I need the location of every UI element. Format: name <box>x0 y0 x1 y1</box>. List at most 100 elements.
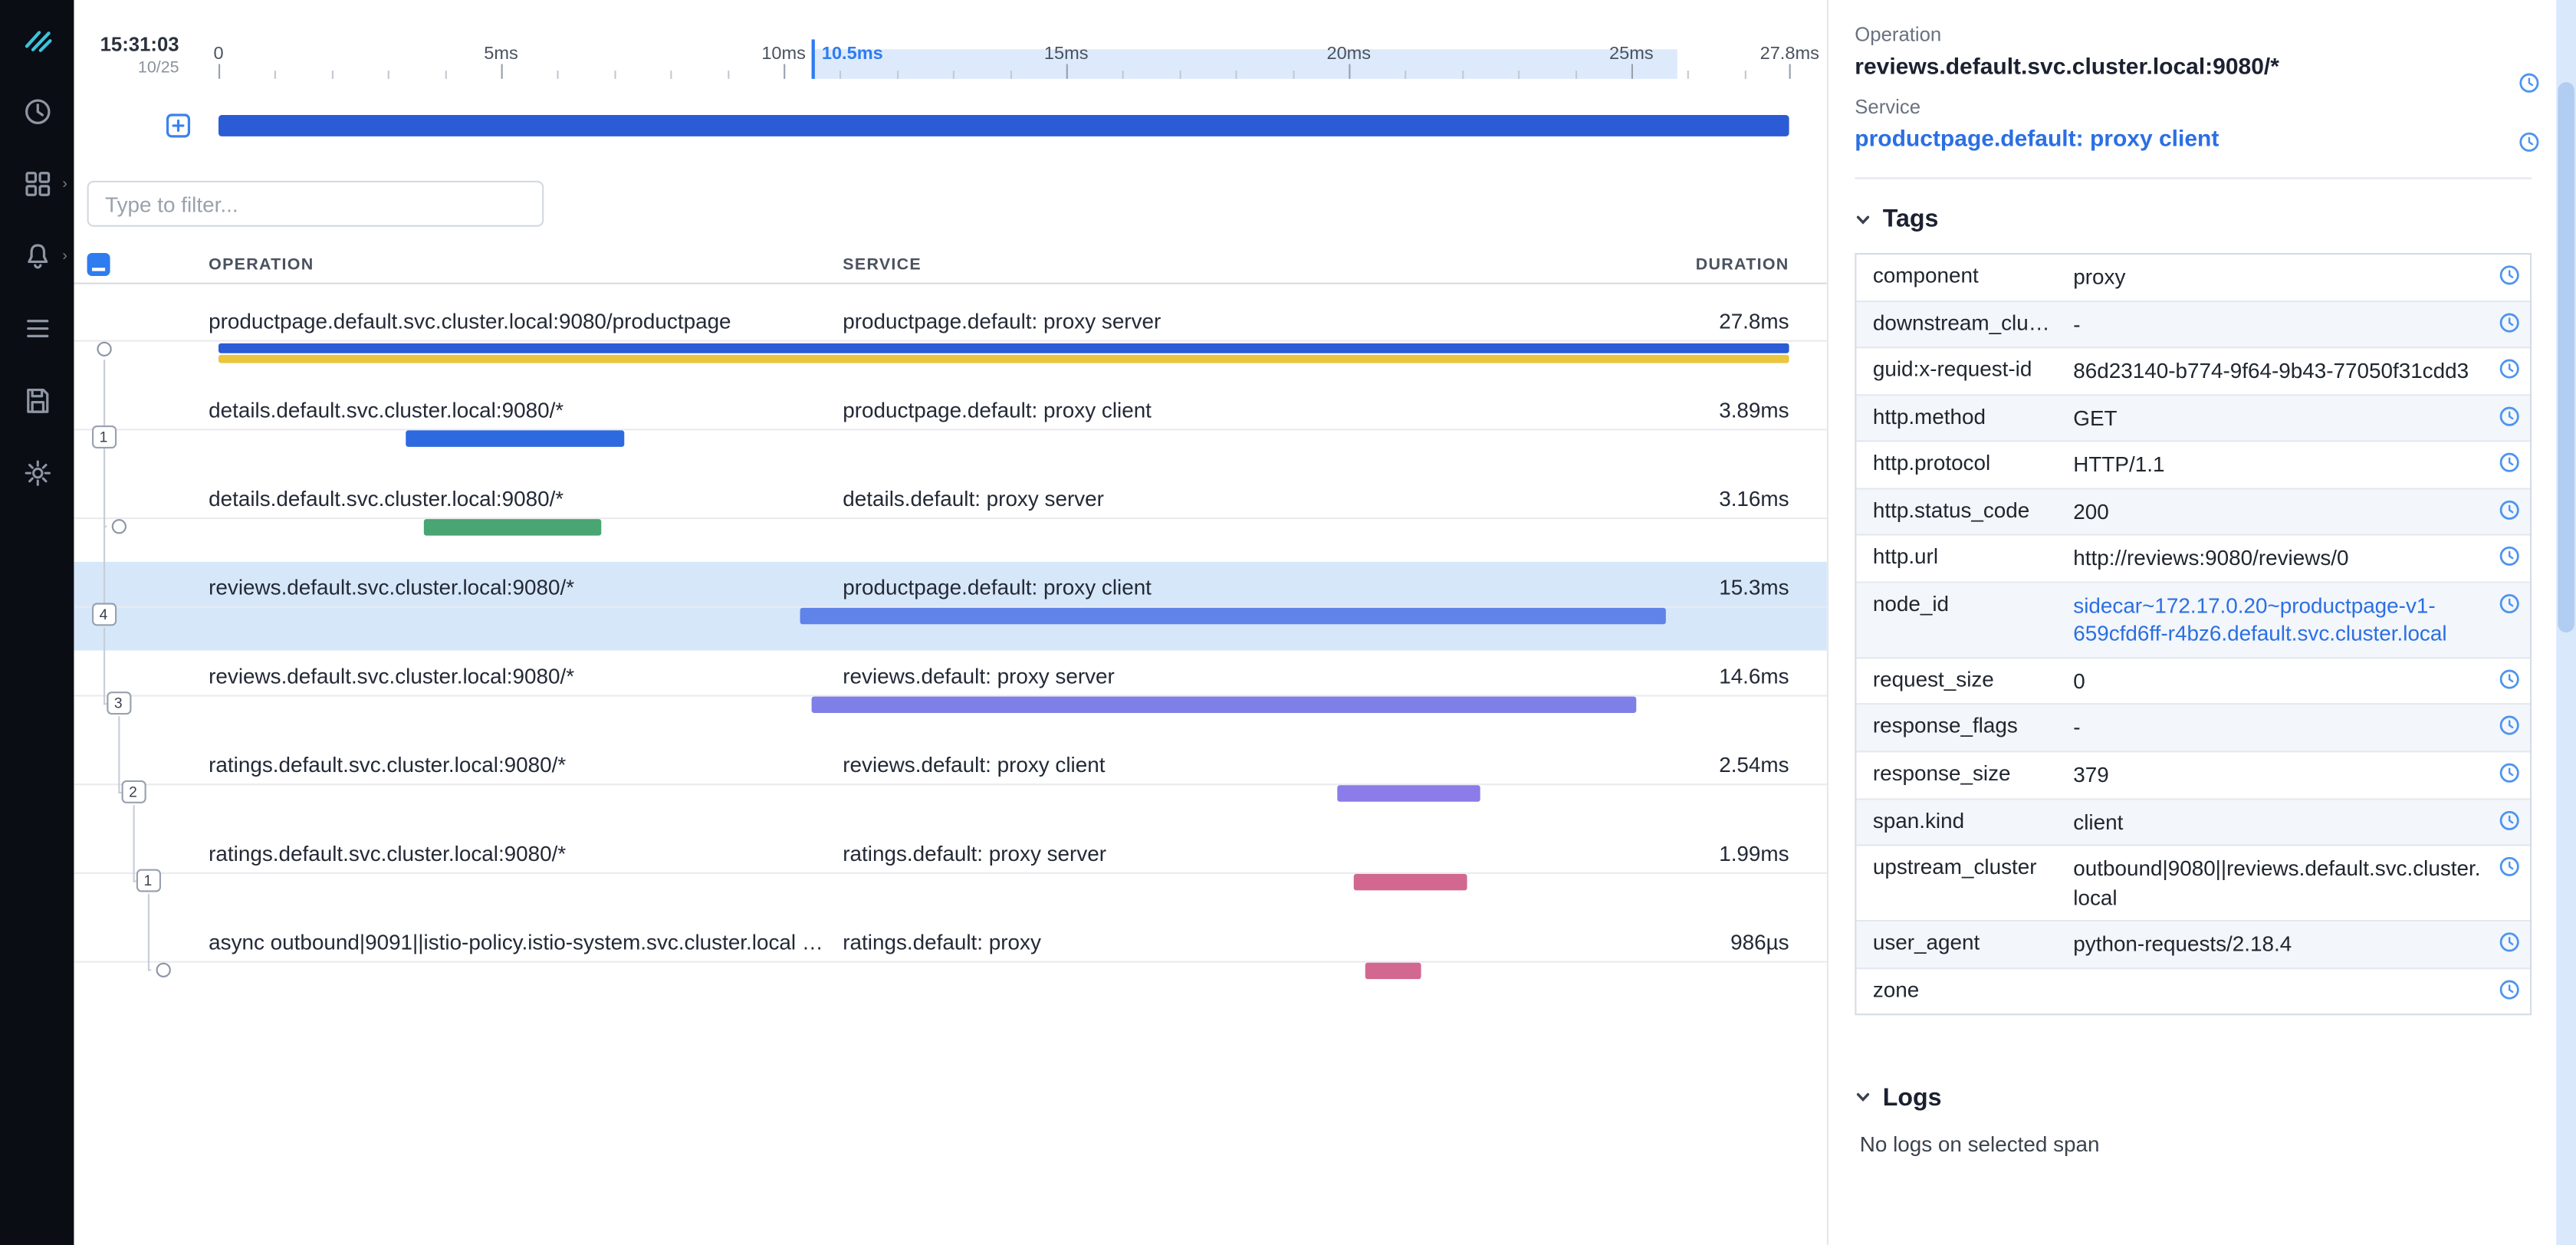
operation-value: reviews.default.svc.cluster.local:9080/* <box>1855 53 2532 79</box>
ruler-label: 27.8ms <box>1760 44 1819 64</box>
span-bar[interactable] <box>800 608 1665 624</box>
collapse-all-icon[interactable] <box>87 253 110 276</box>
dashboards-icon <box>21 168 54 201</box>
clock-icon[interactable] <box>2487 583 2530 657</box>
tag-value[interactable]: sidecar~172.17.0.20~productpage-v1-659cf… <box>2070 583 2487 657</box>
logs-section-toggle[interactable]: Logs <box>1855 1084 2532 1112</box>
row-separator <box>74 961 1826 963</box>
nav-alerts[interactable]: › <box>0 220 74 292</box>
span-bar[interactable] <box>423 519 602 535</box>
span-row[interactable]: ratings.default.svc.cluster.local:9080/*… <box>74 828 1826 917</box>
span-duration: 2.54ms <box>1719 752 1789 777</box>
span-bar[interactable] <box>1338 785 1481 801</box>
selection-marker[interactable] <box>812 39 815 78</box>
tag-key: upstream_cluster <box>1856 846 2070 921</box>
span-operation: productpage.default.svc.cluster.local:90… <box>209 309 731 333</box>
clock-icon[interactable] <box>2487 489 2530 534</box>
clock-icon[interactable] <box>2487 255 2530 300</box>
clock-icon[interactable] <box>2487 348 2530 393</box>
span-toggle[interactable] <box>96 341 110 356</box>
tag-key: http.protocol <box>1856 442 2070 488</box>
tag-value: outbound|9080||reviews.default.svc.clust… <box>2070 846 2487 921</box>
span-row[interactable]: details.default.svc.cluster.local:9080/*… <box>74 473 1826 562</box>
span-detail-panel: Operation reviews.default.svc.cluster.lo… <box>1827 0 2576 1245</box>
tag-row: http.status_code200 <box>1856 489 2530 536</box>
trace-time: 15:31:03 <box>94 33 179 56</box>
ruler-tick <box>219 64 220 79</box>
span-duration: 15.3ms <box>1719 575 1789 600</box>
span-bar[interactable] <box>1355 874 1467 890</box>
span-row[interactable]: details.default.svc.cluster.local:9080/*… <box>74 384 1826 473</box>
tags-section-toggle[interactable]: Tags <box>1855 205 2532 233</box>
logs-empty-message: No logs on selected span <box>1855 1132 2532 1156</box>
span-duration: 14.6ms <box>1719 664 1789 688</box>
clock-icon[interactable] <box>2487 659 2530 704</box>
operation-label: Operation <box>1855 23 2532 46</box>
ruler-tick <box>671 71 672 79</box>
span-toggle[interactable]: 3 <box>106 691 130 714</box>
ruler-tick <box>445 71 446 79</box>
ruler-tick <box>897 71 899 79</box>
clock-icon[interactable] <box>2487 846 2530 921</box>
span-row[interactable]: reviews.default.svc.cluster.local:9080/*… <box>74 651 1826 740</box>
nav-settings[interactable] <box>0 437 74 509</box>
clock-icon[interactable] <box>2518 131 2540 161</box>
span-bar[interactable] <box>405 430 625 446</box>
nav-history[interactable] <box>0 76 74 148</box>
clock-icon[interactable] <box>2487 396 2530 441</box>
timeline-ruler[interactable]: 05ms10ms15ms20ms25ms27.8ms10.5ms <box>74 0 1826 79</box>
clock-icon[interactable] <box>2487 705 2530 751</box>
span-toggle[interactable] <box>111 518 126 533</box>
expand-trace-icon[interactable] <box>166 113 190 138</box>
clock-icon[interactable] <box>2487 536 2530 581</box>
selection-marker-label: 10.5ms <box>822 44 883 64</box>
nav-list[interactable] <box>0 292 74 364</box>
span-toggle[interactable] <box>156 962 170 977</box>
tag-key: downstream_clu… <box>1856 301 2070 347</box>
span-toggle[interactable]: 1 <box>91 425 116 448</box>
ruler-label: 5ms <box>484 44 518 64</box>
service-value[interactable]: productpage.default: proxy client <box>1855 125 2532 151</box>
selection-region[interactable] <box>812 49 1677 79</box>
panel-scrollbar[interactable] <box>2556 0 2576 1245</box>
nav-lightstep-logo[interactable] <box>0 3 74 75</box>
saved-views-icon <box>21 384 54 417</box>
span-service: reviews.default: proxy server <box>843 664 1115 688</box>
clock-icon[interactable] <box>2487 800 2530 845</box>
ruler-tick <box>1066 64 1068 79</box>
clock-icon[interactable] <box>2487 752 2530 797</box>
clock-icon[interactable] <box>2487 442 2530 488</box>
scrollbar-thumb[interactable] <box>2558 82 2574 632</box>
span-row[interactable]: reviews.default.svc.cluster.local:9080/*… <box>74 562 1826 651</box>
nav-dashboards[interactable]: › <box>0 148 74 220</box>
ruler-tick <box>1631 64 1633 79</box>
clock-icon[interactable] <box>2487 969 2530 1013</box>
nav-saved-views[interactable] <box>0 365 74 437</box>
span-operation: reviews.default.svc.cluster.local:9080/* <box>209 575 574 600</box>
span-bar[interactable] <box>219 354 1789 363</box>
span-toggle[interactable]: 2 <box>121 780 146 803</box>
span-row[interactable]: ratings.default.svc.cluster.local:9080/*… <box>74 739 1826 828</box>
tags-title: Tags <box>1883 205 1939 233</box>
clock-icon[interactable] <box>2487 301 2530 347</box>
span-bar[interactable] <box>812 697 1637 713</box>
clock-icon[interactable] <box>2518 72 2540 102</box>
span-toggle[interactable]: 4 <box>91 603 116 626</box>
span-operation: ratings.default.svc.cluster.local:9080/* <box>209 752 566 777</box>
span-row[interactable]: productpage.default.svc.cluster.local:90… <box>74 296 1826 385</box>
span-bar[interactable] <box>1365 963 1421 979</box>
tag-value <box>2070 969 2487 1013</box>
trace-overview-bar[interactable] <box>219 115 1789 136</box>
tag-row: response_size379 <box>1856 752 2530 799</box>
clock-icon[interactable] <box>2487 922 2530 967</box>
tag-key: response_flags <box>1856 705 2070 751</box>
tag-row: http.protocolHTTP/1.1 <box>1856 442 2530 489</box>
panel-divider <box>1855 177 2532 179</box>
span-duration: 27.8ms <box>1719 309 1789 333</box>
span-row[interactable]: async outbound|9091||istio-policy.istio-… <box>74 917 1826 1006</box>
span-toggle[interactable]: 1 <box>136 869 160 892</box>
ruler-tick <box>1744 71 1746 79</box>
row-separator <box>74 872 1826 874</box>
filter-input[interactable] <box>87 181 544 227</box>
span-bar[interactable] <box>219 343 1789 353</box>
